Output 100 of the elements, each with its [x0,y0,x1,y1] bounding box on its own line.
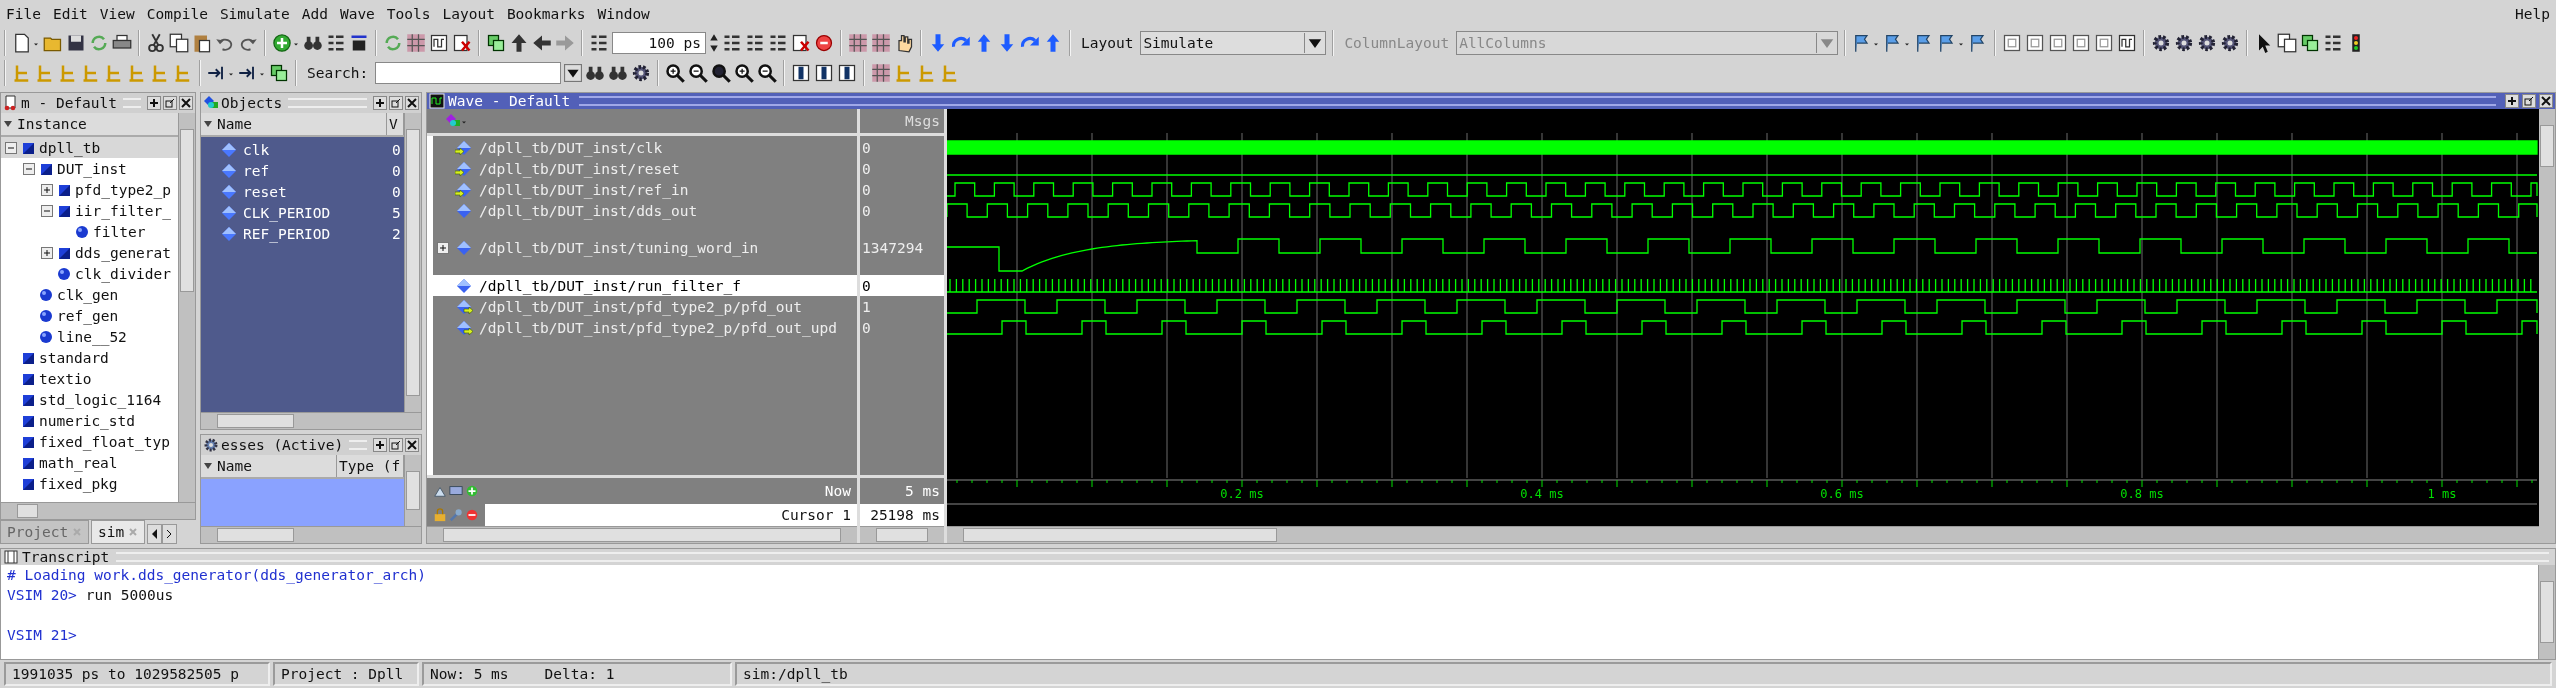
expand-toggle[interactable] [41,183,53,196]
tree-item[interactable]: dds_generat [1,242,178,263]
clipboard-icon[interactable] [192,33,212,53]
menu-item[interactable]: Bookmarks [506,6,586,22]
signal-row[interactable]: /dpll_tb/DUT_inst/run_filter_f [433,275,857,296]
object-row[interactable]: reset 0 [201,181,404,202]
search-icon[interactable] [711,63,732,83]
gear-icon[interactable] [2220,33,2241,53]
menu-item[interactable]: Layout [442,6,495,22]
undock-button[interactable] [163,96,177,110]
column-header[interactable]: Instance [1,113,178,137]
frame-icon[interactable] [2071,33,2092,53]
cursor-label[interactable]: Cursor 1 [485,504,857,526]
tree-item[interactable]: DUT_inst [1,158,178,179]
block-icon[interactable] [349,33,369,53]
tree-item[interactable]: dpll_tb [1,137,178,158]
list-icon[interactable] [745,33,765,53]
shapes-icon[interactable] [445,113,461,129]
plus-circle-icon[interactable] [465,484,479,498]
dock-button[interactable] [147,96,161,110]
tree-item[interactable]: numeric_std [1,410,178,431]
gear-icon[interactable] [2174,33,2195,53]
arrow-left-icon[interactable] [532,33,552,53]
plus-circle-icon[interactable] [272,33,292,53]
tree-item[interactable]: textio [1,368,178,389]
horizontal-scrollbar[interactable] [860,526,944,543]
help-menu[interactable]: Help [2515,6,2550,22]
remove-icon[interactable] [465,508,479,522]
undock-button[interactable] [389,96,403,110]
tree-item[interactable]: iir_filter_ [1,200,178,221]
menu-item[interactable]: Add [301,6,328,22]
grid-icon[interactable] [406,33,426,53]
zoom-out-icon[interactable] [757,63,778,83]
object-row[interactable]: ref 0 [201,160,404,181]
pane-icon[interactable] [791,63,812,83]
menu-item[interactable]: Tools [386,6,431,22]
monitor-icon[interactable] [449,484,463,498]
vertical-scrollbar[interactable] [404,455,421,526]
search-field[interactable] [375,62,562,84]
frame-icon[interactable] [2048,33,2069,53]
grid-icon[interactable] [871,63,892,83]
list-icon[interactable] [589,33,609,53]
undock-button[interactable] [389,438,403,452]
column-header[interactable]: Name [201,455,337,477]
close-button[interactable] [405,438,419,452]
vertical-scrollbar[interactable] [178,113,195,502]
menu-item[interactable]: Wave [339,6,375,22]
scissors-icon[interactable] [146,33,166,53]
panel-tab[interactable]: sim [91,520,146,544]
tree-item[interactable]: line__52 [1,326,178,347]
horizontal-scrollbar[interactable] [1,502,195,519]
undock-button[interactable] [2522,94,2536,108]
grid-icon[interactable] [848,33,868,53]
copy-icon[interactable] [169,33,189,53]
menu-item[interactable]: Edit [52,6,88,22]
page-icon[interactable] [12,33,32,53]
pane-icon[interactable] [814,63,835,83]
copy-icon[interactable] [2277,33,2298,53]
vertical-scrollbar[interactable] [2538,565,2555,659]
grip-handle[interactable] [579,96,2496,106]
delete-icon[interactable] [791,33,811,53]
frame-icon[interactable] [2002,33,2023,53]
tree-item[interactable]: fixed_float_typ [1,431,178,452]
squares-icon[interactable] [269,63,289,83]
spinner-icon[interactable] [709,32,719,54]
collapse-toggle[interactable] [5,141,17,154]
tree-item[interactable]: ref_gen [1,305,178,326]
dropdown-button[interactable] [564,63,583,83]
waveform-icon[interactable] [429,33,449,53]
collapse-toggle[interactable] [41,204,53,217]
object-row[interactable]: CLK_PERIOD 5 [201,202,404,223]
column-header[interactable]: Name [201,113,387,135]
horizontal-scrollbar[interactable] [201,412,421,429]
list-icon[interactable] [2323,33,2344,53]
waveform-icon[interactable] [2117,33,2138,53]
squares-icon[interactable] [2300,33,2321,53]
expand-toggle[interactable] [437,242,449,254]
tree-item[interactable]: math_real [1,452,178,473]
layout-dropdown[interactable]: Simulate [1140,31,1327,55]
object-row[interactable]: REF_PERIOD 2 [201,223,404,244]
object-row[interactable]: clk 0 [201,139,404,160]
vertical-scrollbar[interactable] [404,113,421,412]
close-button[interactable] [179,96,193,110]
grid-icon[interactable] [871,33,891,53]
tree-item[interactable]: clk_divider [1,263,178,284]
dock-button[interactable] [2505,94,2519,108]
close-button[interactable] [405,96,419,110]
time-step-field[interactable]: 100 ps [612,32,706,54]
gear-icon[interactable] [631,63,652,83]
menu-item[interactable]: Compile [146,6,208,22]
gear-icon[interactable] [2197,33,2218,53]
collapse-toggle[interactable] [23,162,35,175]
vertical-scrollbar[interactable] [2539,109,2555,543]
list-icon[interactable] [722,33,742,53]
pane-icon[interactable] [837,63,858,83]
tree-item[interactable]: std_logic_1164 [1,389,178,410]
close-button[interactable] [2539,94,2553,108]
horizontal-scrollbar[interactable] [947,526,2539,543]
list-icon[interactable] [768,33,788,53]
zoom-in-icon[interactable] [734,63,755,83]
